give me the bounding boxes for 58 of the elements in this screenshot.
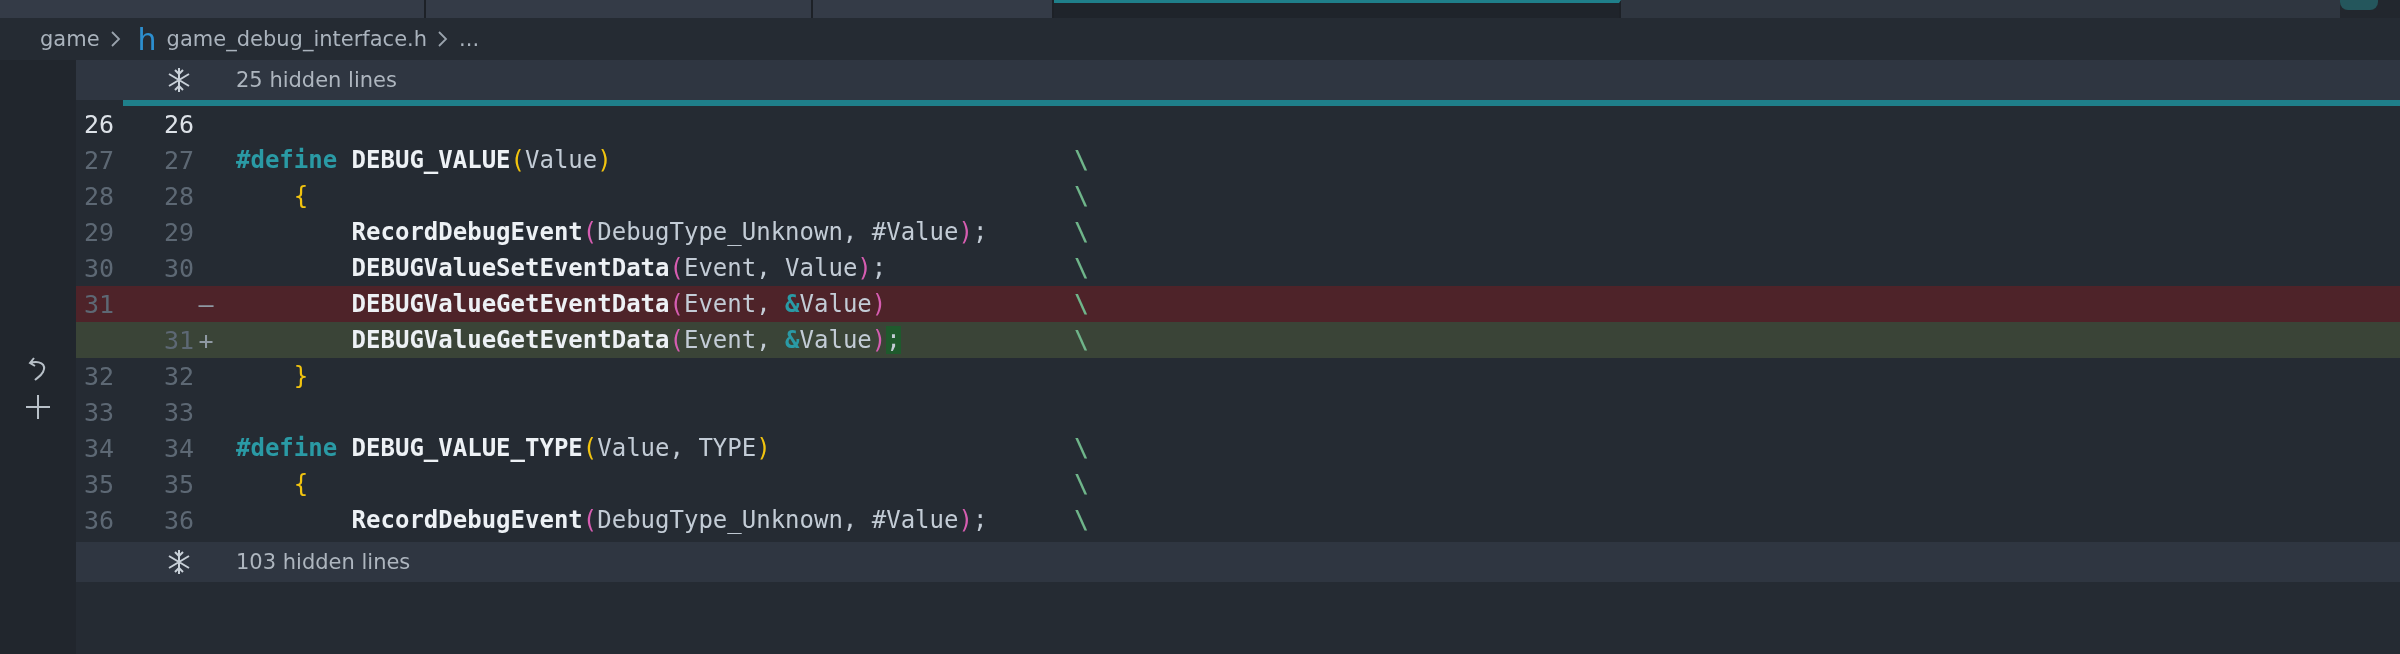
line-continuation: \ [1074, 146, 1089, 174]
line-number: 34 [162, 433, 194, 463]
code-line: #define DEBUG_VALUE(Value) [236, 146, 613, 174]
code-line: RecordDebugEvent(DebugType_Unknown, #Value); [350, 506, 989, 534]
code-line: } [292, 362, 310, 390]
line-number: 35 [82, 469, 114, 499]
unfold-icon [166, 66, 192, 94]
editor-action-icon[interactable] [2340, 0, 2378, 10]
line-number: 32 [162, 361, 194, 391]
code-line: DEBUGValueGetEventData(Event, &Value) [350, 290, 888, 318]
breadcrumb-item[interactable]: game [40, 27, 100, 51]
code-line: { [292, 182, 310, 210]
line-number: 31 [82, 289, 114, 319]
breadcrumb-item[interactable]: game_debug_interface.h [166, 27, 428, 51]
line-number: 31 [162, 325, 194, 355]
line-continuation: \ [1074, 182, 1089, 210]
code-line: #define DEBUG_VALUE_TYPE(Value, TYPE) [236, 434, 772, 462]
chevron-icon [437, 29, 450, 49]
editor-tab[interactable] [1054, 0, 1621, 18]
hidden-lines-label: 25 hidden lines [236, 68, 397, 92]
line-number: 36 [82, 505, 114, 535]
line-number: 36 [162, 505, 194, 535]
hidden-lines-bar[interactable]: 103 hidden lines [76, 542, 2400, 582]
diff-marker: + [197, 325, 215, 355]
plus-icon[interactable] [24, 392, 52, 422]
code-line: { [292, 470, 310, 498]
line-continuation: \ [1074, 434, 1089, 462]
line-number: 29 [82, 217, 114, 247]
line-continuation: \ [1074, 326, 1089, 354]
line-continuation: \ [1074, 254, 1089, 282]
code-line: RecordDebugEvent(DebugType_Unknown, #Value); [350, 218, 989, 246]
header-file-icon: h [137, 21, 157, 57]
line-continuation: \ [1074, 290, 1089, 318]
line-number: 34 [82, 433, 114, 463]
line-continuation: \ [1074, 506, 1089, 534]
code-line: DEBUGValueGetEventData(Event, &Value); [350, 326, 902, 354]
line-number: 27 [162, 145, 194, 175]
breadcrumb-item[interactable]: ... [459, 27, 480, 51]
line-continuation: \ [1074, 470, 1089, 498]
line-number: 32 [82, 361, 114, 391]
line-number: 27 [82, 145, 114, 175]
diff-marker: — [197, 289, 215, 319]
hidden-lines-label: 103 hidden lines [236, 550, 411, 574]
line-number: 28 [82, 181, 114, 211]
line-number: 30 [162, 253, 194, 283]
line-number: 33 [82, 397, 114, 427]
line-number: 35 [162, 469, 194, 499]
unfold-icon [166, 548, 192, 576]
chevron-icon [109, 29, 122, 49]
line-number: 33 [162, 397, 194, 427]
line-number: 29 [162, 217, 194, 247]
line-number: 26 [82, 109, 114, 139]
code-line: DEBUGValueSetEventData(Event, Value); [350, 254, 888, 282]
hidden-lines-bar[interactable]: 25 hidden lines [76, 60, 2400, 100]
line-number: 28 [162, 181, 194, 211]
line-number: 30 [82, 253, 114, 283]
line-number: 26 [162, 109, 194, 139]
line-continuation: \ [1074, 218, 1089, 246]
